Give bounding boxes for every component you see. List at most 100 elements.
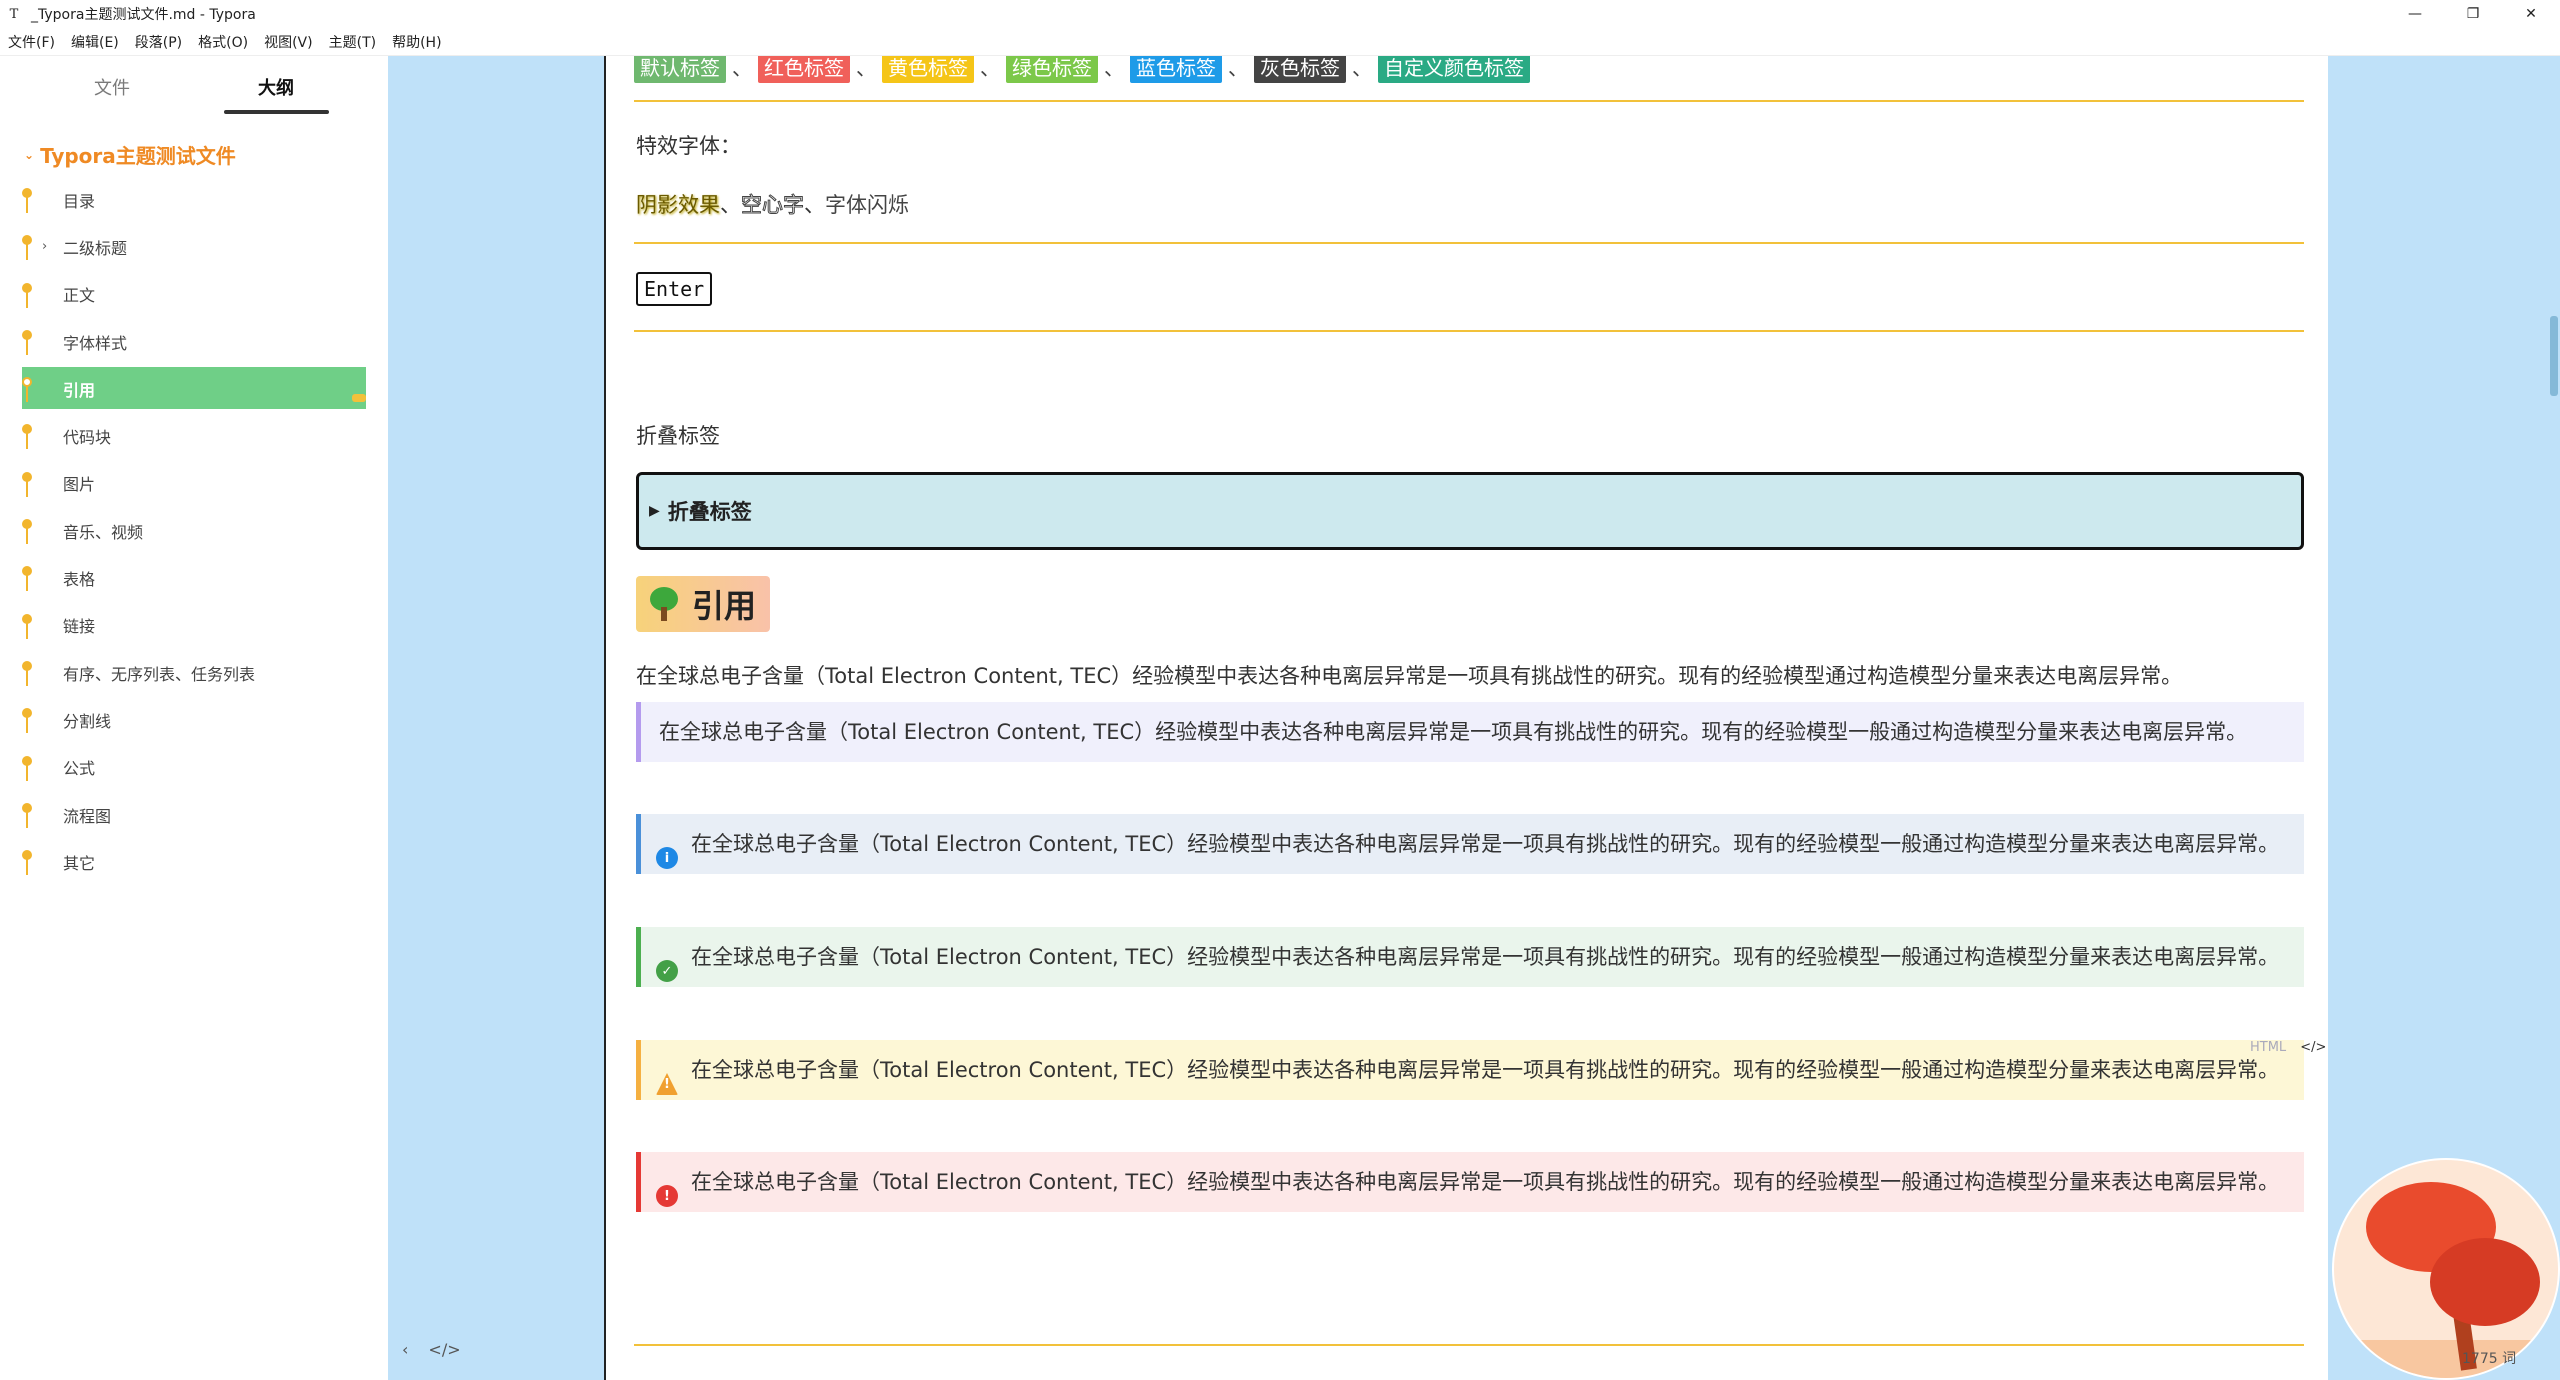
pin-icon bbox=[22, 471, 32, 498]
effects-separator: 、 bbox=[720, 193, 741, 217]
body-paragraph: 在全球总电子含量（Total Electron Content, TEC）经验模… bbox=[636, 664, 2183, 688]
tag-separator: 、 bbox=[1352, 56, 1372, 80]
outline-list: 目录 › 二级标题正文字体样式引用代码块图片音乐、视频表格链接有序、无序列表、任务列… bbox=[0, 176, 388, 885]
menu-theme[interactable]: 主题(T) bbox=[329, 32, 376, 52]
pin-icon bbox=[22, 708, 32, 734]
minimize-button[interactable]: — bbox=[2386, 0, 2444, 28]
tag-separator: 、 bbox=[1104, 56, 1124, 80]
outline-item-label: 公式 bbox=[63, 759, 96, 779]
outline-item-label: 表格 bbox=[63, 570, 96, 590]
editor-scrollbar[interactable] bbox=[2548, 56, 2560, 1380]
shadow-text: 阴影效果 bbox=[636, 193, 720, 217]
chevron-down-icon[interactable]: ⌄ bbox=[24, 148, 34, 162]
disclosure-triangle-icon[interactable]: ▶ bbox=[649, 503, 660, 519]
pin-icon bbox=[22, 566, 32, 592]
pin-icon bbox=[22, 660, 32, 687]
title-bar: T _Typora主题测试文件.md - Typora — ❐ ✕ bbox=[0, 0, 2560, 28]
quote-heading-text: 引用 bbox=[692, 587, 757, 625]
outline-item-label: 目录 bbox=[63, 191, 96, 211]
source-code-toggle-icon[interactable]: </> bbox=[428, 1340, 460, 1359]
outline-item[interactable]: 链接 bbox=[0, 602, 388, 649]
pin-icon bbox=[22, 424, 32, 450]
chevron-right-icon[interactable]: › bbox=[42, 239, 47, 254]
horizontal-rule bbox=[634, 242, 2304, 244]
menu-format[interactable]: 格式(O) bbox=[198, 32, 248, 52]
tags-row: 默认标签、红色标签、黄色标签、绿色标签、蓝色标签、灰色标签、自定义颜色标签 bbox=[634, 56, 1530, 83]
outline-item[interactable]: › 二级标题 bbox=[0, 223, 388, 270]
tag-label: 灰色标签 bbox=[1254, 56, 1346, 83]
code-view-icon[interactable]: </> bbox=[2300, 1040, 2326, 1055]
outline-item[interactable]: 分割线 bbox=[0, 696, 388, 743]
scrollbar-thumb[interactable] bbox=[2550, 316, 2558, 396]
menu-help[interactable]: 帮助(H) bbox=[392, 32, 441, 52]
outline-item-label: 流程图 bbox=[63, 806, 112, 826]
html-label-text: HTML bbox=[2250, 1040, 2287, 1055]
pin-icon bbox=[22, 519, 32, 545]
outline-item-label: 正文 bbox=[63, 286, 96, 306]
details-block[interactable]: ▶ 折叠标签 bbox=[636, 472, 2304, 550]
outline-item[interactable]: 表格 bbox=[0, 554, 388, 601]
window-title: _Typora主题测试文件.md - Typora bbox=[31, 7, 256, 23]
tab-outline[interactable]: 大纲 bbox=[258, 74, 294, 100]
pin-icon bbox=[22, 377, 32, 403]
tab-files[interactable]: 文件 bbox=[94, 74, 130, 100]
pin-icon bbox=[22, 188, 32, 214]
tag-separator: 、 bbox=[732, 56, 752, 80]
success-icon: ✓ bbox=[656, 960, 678, 982]
collapse-label: 折叠标签 bbox=[636, 424, 720, 448]
window-controls: — ❐ ✕ bbox=[2386, 0, 2560, 28]
outline-item[interactable]: 流程图 bbox=[0, 791, 388, 838]
pin-icon bbox=[22, 329, 32, 356]
callout-plain: 在全球总电子含量（Total Electron Content, TEC）经验模… bbox=[636, 702, 2304, 762]
effects-label: 特效字体： bbox=[636, 134, 741, 158]
typora-app-icon: T bbox=[9, 6, 19, 22]
menu-paragraph[interactable]: 段落(P) bbox=[135, 32, 182, 52]
tree-icon bbox=[650, 587, 678, 621]
info-icon: i bbox=[656, 847, 678, 869]
menu-view[interactable]: 视图(V) bbox=[264, 32, 313, 52]
outline-item[interactable]: 公式 bbox=[0, 744, 388, 791]
tag-label: 默认标签 bbox=[634, 56, 726, 83]
outline-item[interactable]: 图片 bbox=[0, 460, 388, 507]
outline-root[interactable]: ⌄ Typora主题测试文件 bbox=[24, 140, 236, 169]
quote-heading: 引用 bbox=[636, 576, 771, 632]
pin-icon bbox=[22, 235, 32, 261]
back-arrow-icon[interactable]: ‹ bbox=[402, 1340, 408, 1359]
outline-item[interactable]: 有序、无序列表、任务列表 bbox=[0, 649, 388, 696]
word-count[interactable]: 1775 词 bbox=[2462, 1348, 2516, 1368]
menu-file[interactable]: 文件(F) bbox=[8, 32, 55, 52]
outline-item[interactable]: 其它 bbox=[0, 838, 388, 885]
callout-error: ! 在全球总电子含量（Total Electron Content, TEC）经验… bbox=[636, 1152, 2304, 1212]
close-button[interactable]: ✕ bbox=[2502, 0, 2560, 28]
outline-item[interactable]: 引用 bbox=[0, 365, 388, 412]
sidebar-tabs: 文件 大纲 bbox=[0, 56, 388, 118]
menu-edit[interactable]: 编辑(E) bbox=[71, 32, 119, 52]
maximize-button[interactable]: ❐ bbox=[2444, 0, 2502, 28]
outline-item-label: 代码块 bbox=[63, 428, 112, 448]
outline-item[interactable]: 音乐、视频 bbox=[0, 507, 388, 554]
callout-text: 在全球总电子含量（Total Electron Content, TEC）经验模… bbox=[691, 832, 2280, 856]
outline-item[interactable]: 目录 bbox=[0, 176, 388, 223]
theme-mascot-image bbox=[2332, 1158, 2560, 1380]
tag-separator: 、 bbox=[1228, 56, 1248, 80]
pin-icon bbox=[22, 802, 32, 829]
outline-item-label: 链接 bbox=[63, 617, 96, 637]
horizontal-rule bbox=[634, 330, 2304, 332]
pin-icon bbox=[22, 282, 32, 309]
outline-item-label: 音乐、视频 bbox=[63, 522, 144, 542]
outline-item[interactable]: 字体样式 bbox=[0, 318, 388, 365]
pin-icon bbox=[22, 850, 32, 876]
outline-item[interactable]: 正文 bbox=[0, 271, 388, 318]
tag-label: 黄色标签 bbox=[882, 56, 974, 83]
callout-warning: ! 在全球总电子含量（Total Electron Content, TEC）经验… bbox=[636, 1040, 2304, 1100]
active-tab-indicator bbox=[224, 110, 329, 114]
outline-text: 空心字 bbox=[741, 193, 805, 218]
outline-item-label: 二级标题 bbox=[63, 238, 128, 258]
editor-panel[interactable]: 默认标签、红色标签、黄色标签、绿色标签、蓝色标签、灰色标签、自定义颜色标签 特效… bbox=[604, 56, 2328, 1380]
outline-item[interactable]: 代码块 bbox=[0, 412, 388, 459]
callout-success: ✓ 在全球总电子含量（Total Electron Content, TEC）经验… bbox=[636, 927, 2304, 987]
tag-label: 绿色标签 bbox=[1006, 56, 1098, 83]
tag-separator: 、 bbox=[980, 56, 1000, 80]
outline-item-label: 字体样式 bbox=[63, 333, 128, 353]
horizontal-rule bbox=[634, 1344, 2304, 1346]
